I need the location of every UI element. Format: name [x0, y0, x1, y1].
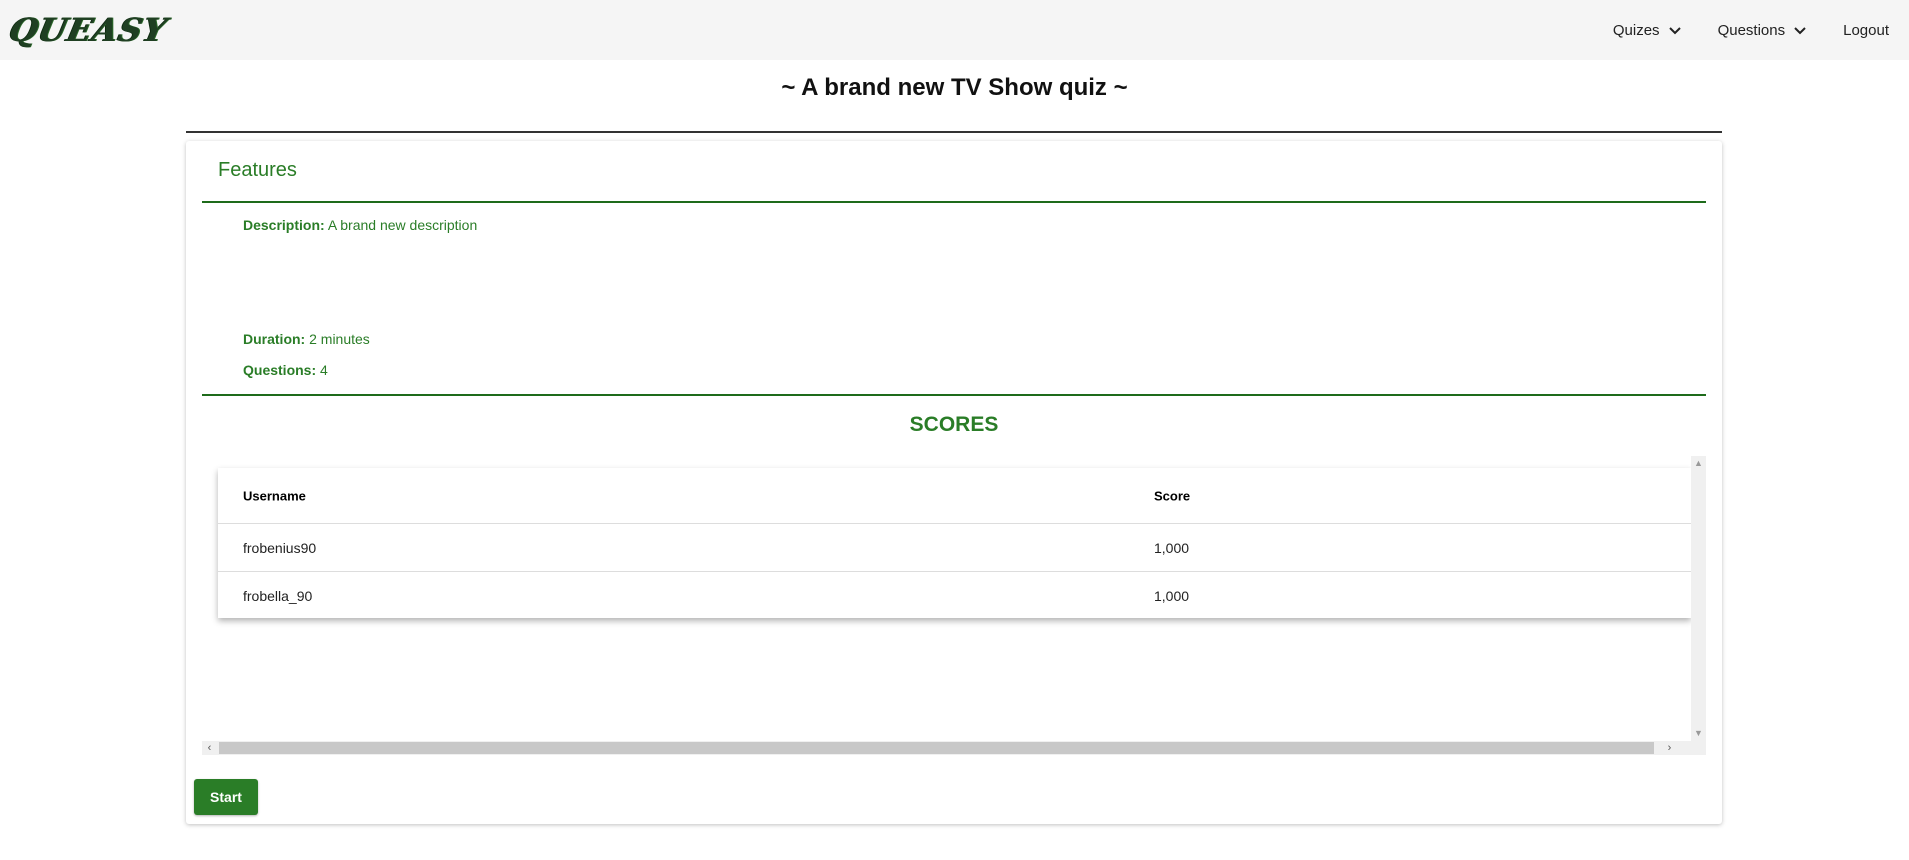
nav-quizes-label: Quizes [1612, 21, 1660, 39]
feature-description: Description: A brand new description [243, 217, 477, 233]
feature-questions: Questions: 4 [243, 362, 328, 378]
scores-scroll-container[interactable]: Username Score frobenius90 1,000 frobell… [202, 456, 1706, 755]
table-row[interactable]: frobenius90 1,000 [218, 524, 1691, 572]
feature-duration: Duration: 2 minutes [243, 331, 370, 347]
features-divider-bottom [202, 394, 1706, 396]
chevron-down-icon [1668, 27, 1681, 35]
questions-label: Questions: [243, 362, 317, 378]
scores-table: Username Score frobenius90 1,000 frobell… [218, 468, 1691, 618]
scroll-left-arrow-icon[interactable]: ‹ [202, 741, 217, 755]
logout-link[interactable]: Logout [1843, 22, 1889, 39]
horizontal-scrollbar[interactable]: ‹ › [202, 741, 1706, 755]
features-divider-top [202, 201, 1706, 203]
page-title: ~ A brand new TV Show quiz ~ [781, 74, 1128, 101]
table-row[interactable]: frobella_90 1,000 [218, 572, 1691, 620]
column-header-username[interactable]: Username [243, 488, 306, 503]
description-value: A brand new description [327, 217, 478, 233]
score-cell: 1,000 [1154, 539, 1190, 556]
nav-questions-dropdown[interactable]: Questions [1718, 22, 1808, 39]
start-button[interactable]: Start [194, 779, 258, 815]
quiz-details-card: Features Description: A brand new descri… [186, 141, 1722, 824]
questions-value: 4 [320, 362, 328, 378]
app-logo[interactable]: QUEASY [6, 11, 171, 49]
logout-label: Logout [1843, 21, 1889, 39]
title-divider [186, 131, 1722, 133]
description-label: Description: [243, 217, 325, 233]
nav-quizes-dropdown[interactable]: Quizes [1613, 22, 1682, 39]
duration-value: 2 minutes [309, 331, 370, 347]
chevron-down-icon [1794, 27, 1806, 35]
top-navbar: QUEASY Quizes Questions Logout [0, 0, 1909, 60]
scores-heading: SCORES [909, 413, 999, 436]
scroll-down-arrow-icon[interactable]: ▼ [1691, 726, 1706, 741]
scroll-up-arrow-icon[interactable]: ▲ [1691, 456, 1706, 471]
features-heading: Features [218, 159, 297, 181]
scroll-right-arrow-icon[interactable]: › [1662, 741, 1677, 755]
duration-label: Duration: [243, 331, 306, 347]
nav-questions-label: Questions [1717, 21, 1786, 39]
table-header-row: Username Score [218, 468, 1691, 524]
horizontal-scrollbar-thumb[interactable] [219, 742, 1654, 754]
nav-menu: Quizes Questions Logout [1613, 22, 1889, 39]
score-cell: 1,000 [1154, 588, 1190, 604]
column-header-score[interactable]: Score [1154, 488, 1190, 503]
vertical-scrollbar[interactable]: ▲ ▼ [1691, 456, 1706, 741]
username-cell: frobella_90 [243, 588, 313, 604]
username-cell: frobenius90 [243, 539, 317, 556]
